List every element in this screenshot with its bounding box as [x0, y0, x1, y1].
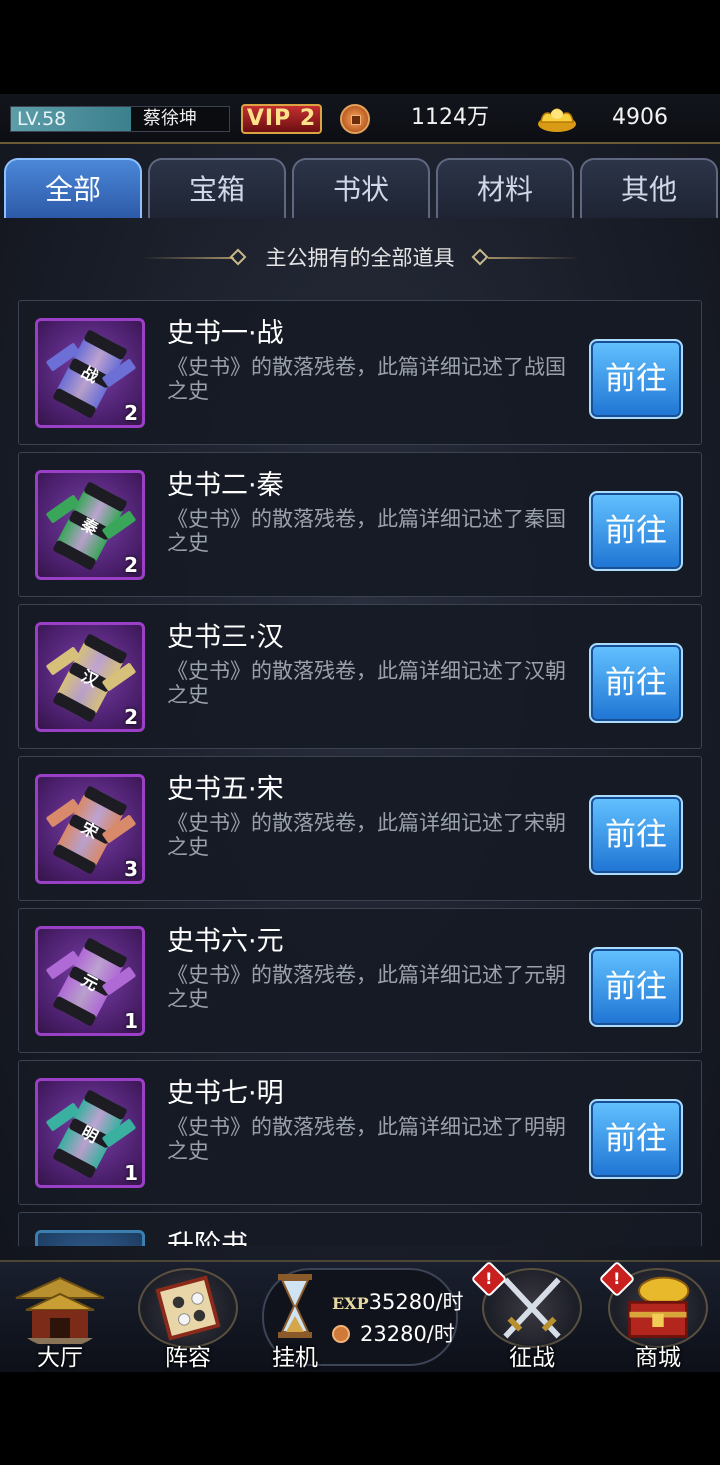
- item-card: 升阶书: [18, 1212, 702, 1246]
- go-board-scroll-icon: [138, 1268, 238, 1348]
- exp-rate: EXP35280/时: [332, 1286, 464, 1316]
- nav-idle[interactable]: 挂机: [240, 1262, 350, 1372]
- tab-materials[interactable]: 材料: [436, 158, 574, 218]
- section-header: 主公拥有的全部道具: [0, 240, 720, 276]
- exp-rate-value: 35280/时: [368, 1290, 464, 1314]
- tab-all[interactable]: 全部: [4, 158, 142, 218]
- item-name: 史书二·秦: [167, 470, 284, 501]
- item-icon[interactable]: 秦2: [35, 470, 145, 580]
- hourglass-icon: [278, 1274, 312, 1338]
- item-quantity: 2: [124, 553, 138, 577]
- section-title: 主公拥有的全部道具: [265, 246, 455, 270]
- level-text: LV.58: [17, 108, 67, 130]
- tab-letters[interactable]: 书状: [292, 158, 430, 218]
- go-button[interactable]: 前往: [589, 643, 683, 723]
- gold-amount: 4906: [612, 105, 668, 130]
- item-name: 史书六·元: [167, 926, 284, 957]
- player-status-bar: LV.58 蔡徐坤 VIP 2 1124万 4906: [0, 94, 720, 144]
- item-quantity: 3: [124, 857, 138, 881]
- go-button[interactable]: 前往: [589, 947, 683, 1027]
- item-description: 《史书》的散落残卷，此篇详细记述了元朝之史: [167, 963, 566, 1011]
- item-name: 史书一·战: [167, 318, 284, 349]
- level-bar: LV.58 蔡徐坤: [10, 106, 230, 132]
- item-card: 汉 2 史书三·汉《史书》的散落残卷，此篇详细记述了汉朝之史 前往: [18, 604, 702, 749]
- go-button[interactable]: 前往: [589, 1099, 683, 1179]
- coin-rate-value: 23280/时: [360, 1322, 455, 1346]
- palace-hall-icon: [15, 1276, 105, 1344]
- item-icon[interactable]: 战2: [35, 318, 145, 428]
- item-quantity: 1: [124, 1009, 138, 1033]
- item-icon[interactable]: 汉2: [35, 622, 145, 732]
- go-button[interactable]: 前往: [589, 795, 683, 875]
- tab-other[interactable]: 其他: [580, 158, 718, 218]
- item-card: 战 2 史书一·战《史书》的散落残卷，此篇详细记述了战国之史 前往: [18, 300, 702, 445]
- tab-chests[interactable]: 宝箱: [148, 158, 286, 218]
- coin-amount: 1124万: [411, 105, 489, 130]
- nav-shop[interactable]: ! 商城: [598, 1260, 716, 1372]
- item-quantity: 2: [124, 401, 138, 425]
- coin-rate-icon: [332, 1325, 350, 1343]
- item-list[interactable]: 战 2 史书一·战 《史书》的散落残卷，此篇详细记述了战国之史 前往秦 2 史书二·秦 《史书…: [0, 300, 720, 1246]
- item-description: 《史书》的散落残卷，此篇详细记述了秦国之史: [167, 507, 566, 555]
- vip-badge[interactable]: VIP 2: [241, 104, 322, 134]
- item-icon[interactable]: [35, 1230, 145, 1246]
- nav-hall[interactable]: 大厅: [2, 1262, 118, 1372]
- coin-rate: 23280/时: [332, 1318, 455, 1348]
- item-icon[interactable]: 元1: [35, 926, 145, 1036]
- item-description: 《史书》的散落残卷，此篇详细记述了战国之史: [167, 355, 566, 403]
- item-description: 《史书》的散落残卷，此篇详细记述了明朝之史: [167, 1115, 566, 1163]
- nav-campaign-label: 征战: [509, 1345, 555, 1371]
- item-description: 《史书》的散落残卷，此篇详细记述了宋朝之史: [167, 811, 566, 859]
- game-view: LV.58 蔡徐坤 VIP 2 1124万 4906 全部 宝箱 书状 材料 其…: [0, 94, 720, 1372]
- item-card: 宋 3 史书五·宋《史书》的散落残卷，此篇详细记述了宋朝之史 前往: [18, 756, 702, 901]
- item-card: 元 1 史书六·元《史书》的散落残卷，此篇详细记述了元朝之史 前往: [18, 908, 702, 1053]
- item-quantity: 1: [124, 1161, 138, 1185]
- nav-lineup-label: 阵容: [165, 1345, 211, 1371]
- item-name: 史书七·明: [167, 1078, 284, 1109]
- item-icon[interactable]: 明1: [35, 1078, 145, 1188]
- category-tabs: 全部 宝箱 书状 材料 其他: [0, 158, 720, 220]
- gold-ingot-icon: [538, 108, 576, 132]
- bottom-nav: 大厅 阵容 挂机 EXP35280/时 23280/时 ! 征战 ! 商城: [0, 1260, 720, 1372]
- nav-lineup[interactable]: 阵容: [130, 1262, 246, 1372]
- exp-label: EXP: [332, 1294, 369, 1313]
- nav-campaign[interactable]: ! 征战: [470, 1260, 590, 1372]
- divider-right: [488, 257, 580, 259]
- go-button[interactable]: 前往: [589, 339, 683, 419]
- go-button[interactable]: 前往: [589, 491, 683, 571]
- screen: LV.58 蔡徐坤 VIP 2 1124万 4906 全部 宝箱 书状 材料 其…: [0, 0, 720, 1465]
- item-name: 升阶书: [167, 1230, 248, 1246]
- nav-hall-label: 大厅: [37, 1345, 83, 1371]
- item-name: 史书五·宋: [167, 774, 284, 805]
- item-quantity: 2: [124, 705, 138, 729]
- item-card: 明 1 史书七·明《史书》的散落残卷，此篇详细记述了明朝之史 前往: [18, 1060, 702, 1205]
- nav-shop-label: 商城: [635, 1345, 681, 1371]
- copper-coin-icon: [340, 104, 370, 134]
- item-card: 秦 2 史书二·秦《史书》的散落残卷，此篇详细记述了秦国之史 前往: [18, 452, 702, 597]
- item-description: 《史书》的散落残卷，此篇详细记述了汉朝之史: [167, 659, 566, 707]
- item-name: 史书三·汉: [167, 622, 284, 653]
- player-name: 蔡徐坤: [143, 108, 197, 129]
- item-icon[interactable]: 宋3: [35, 774, 145, 884]
